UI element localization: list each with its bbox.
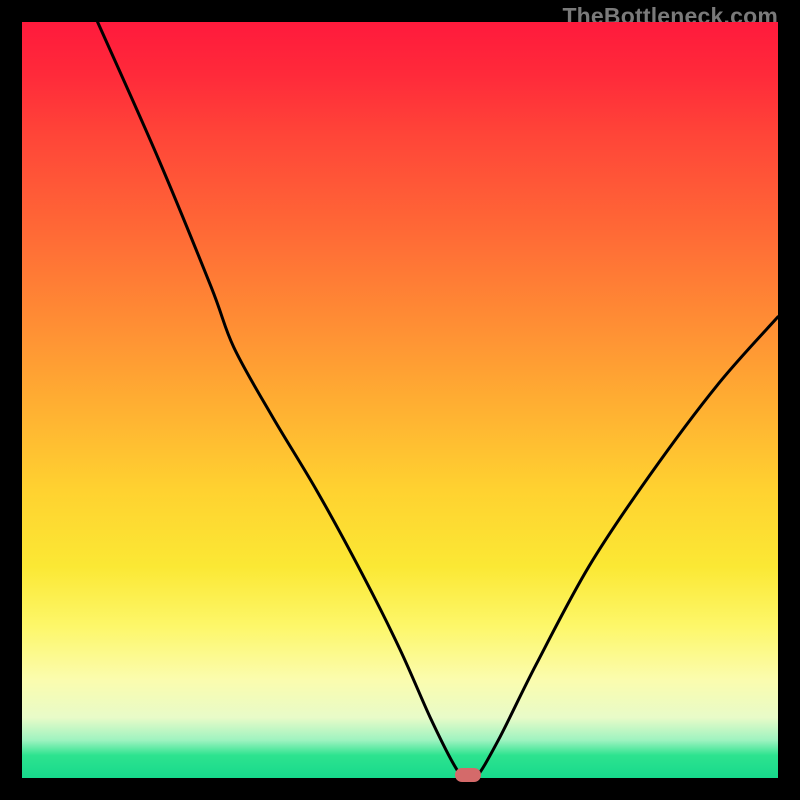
bottleneck-curve (22, 22, 778, 778)
optimal-marker (455, 768, 481, 782)
plot-area (22, 22, 778, 778)
chart-frame: TheBottleneck.com (0, 0, 800, 800)
